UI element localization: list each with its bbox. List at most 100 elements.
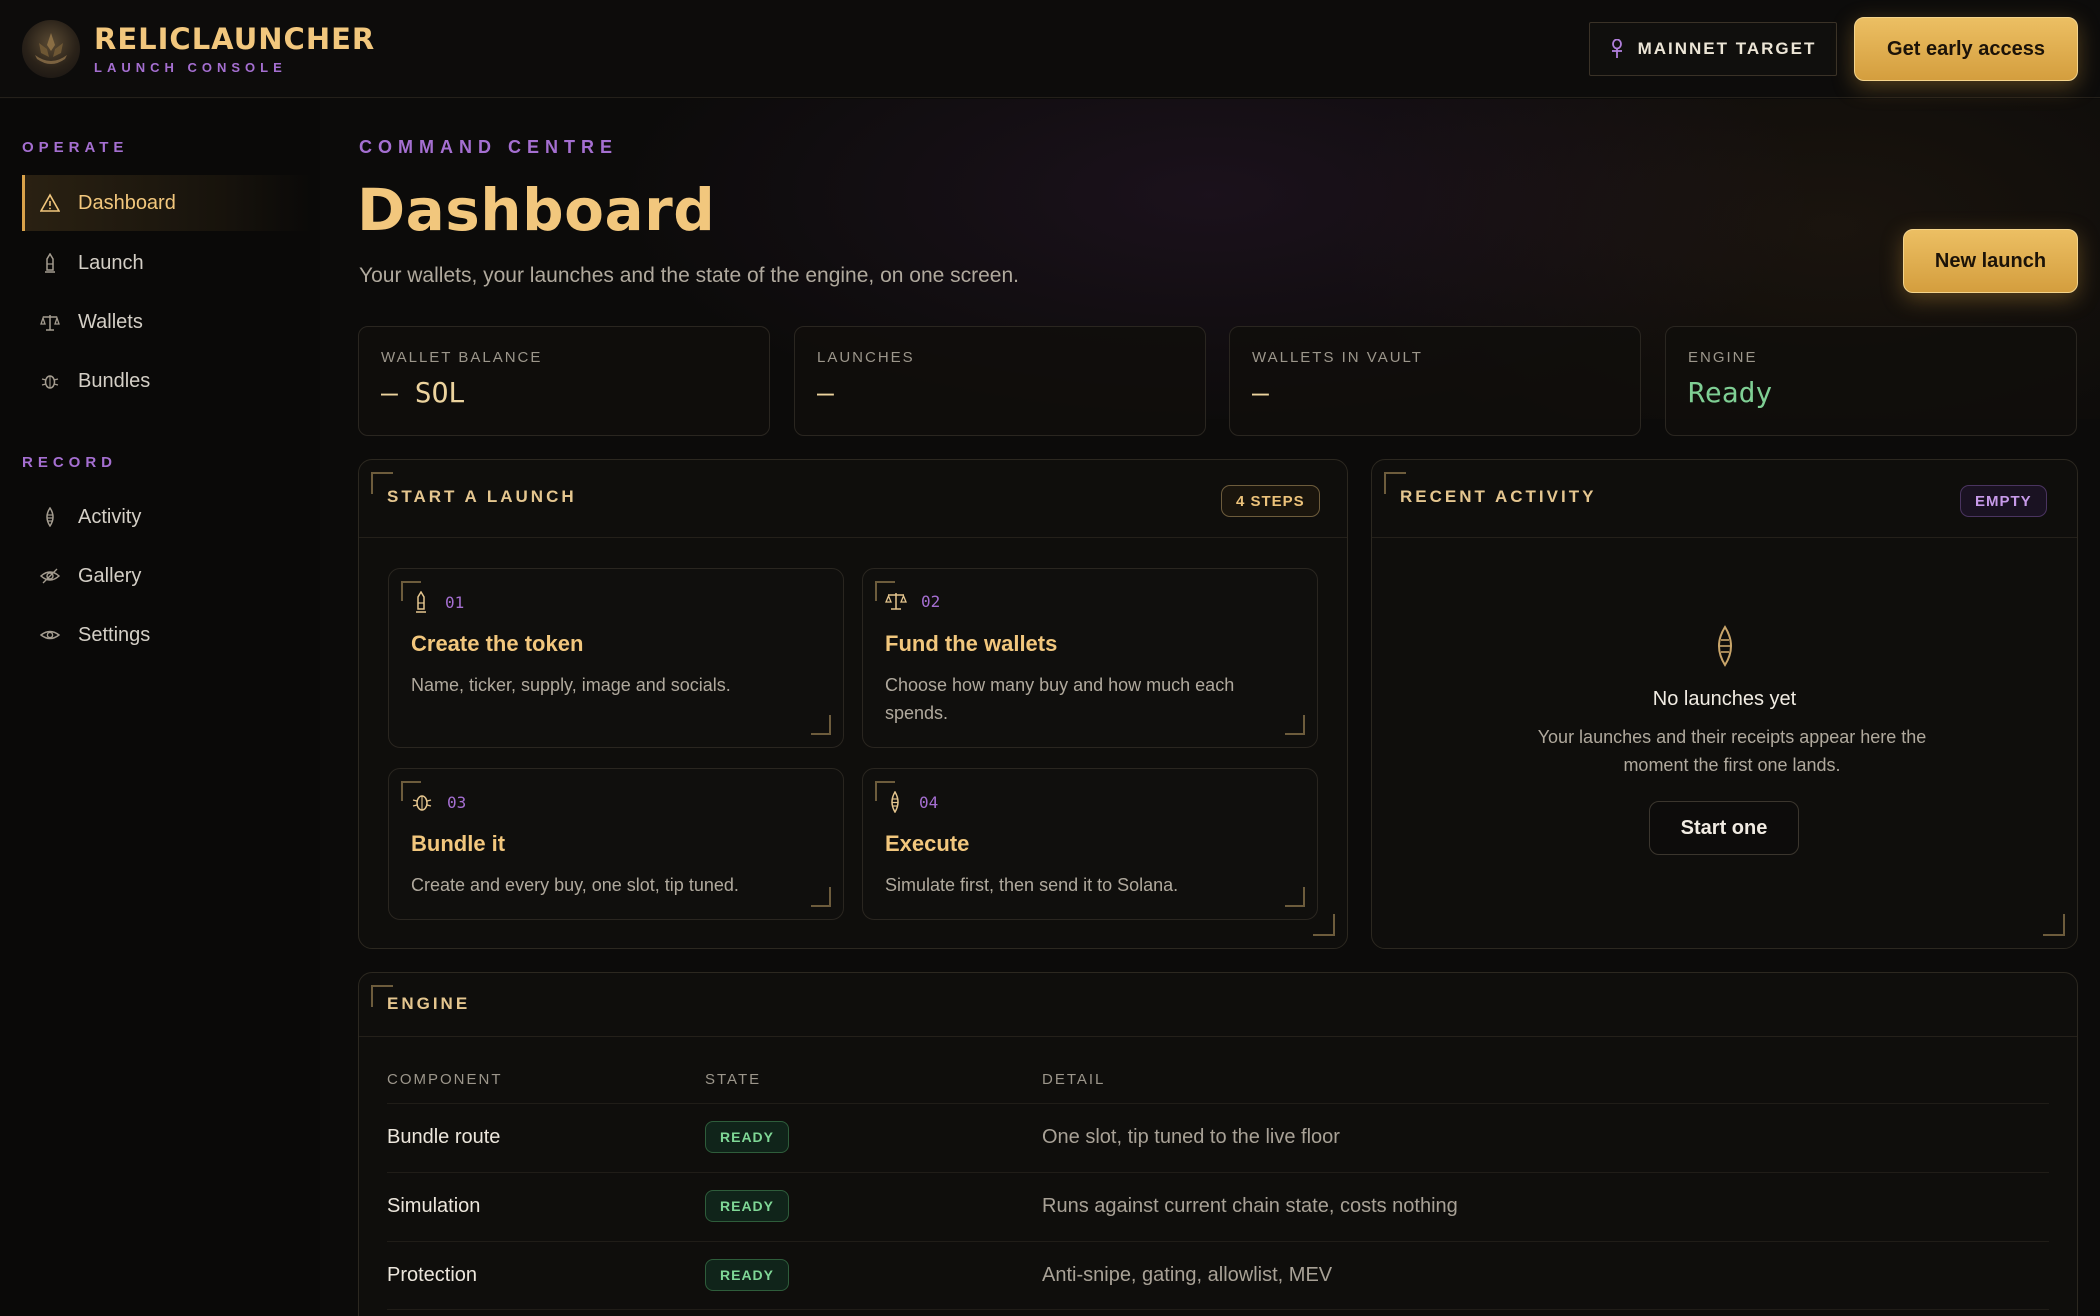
corner-ornament bbox=[811, 715, 831, 735]
step-title: Create the token bbox=[411, 631, 584, 656]
step-card-execute[interactable]: 04 Execute Simulate first, then send it … bbox=[862, 768, 1318, 920]
panel-title: RECENT ACTIVITY bbox=[1400, 487, 1597, 506]
column-header-detail: DETAIL bbox=[1042, 1071, 1106, 1088]
panel-header: START A LAUNCH 4 STEPS bbox=[359, 460, 1347, 538]
step-number: 02 bbox=[921, 591, 941, 611]
get-early-access-button[interactable]: Get early access bbox=[1854, 17, 2078, 81]
table-row: Bundle route READY One slot, tip tuned t… bbox=[387, 1103, 2049, 1172]
panel-header: ENGINE bbox=[359, 973, 2077, 1037]
app-root: RELICLAUNCHER LAUNCH CONSOLE MAINNET TAR… bbox=[0, 0, 2100, 1316]
page-title: Dashboard bbox=[357, 176, 716, 244]
network-badge[interactable]: MAINNET TARGET bbox=[1589, 22, 1837, 76]
status-badge: READY bbox=[705, 1121, 790, 1153]
step-header: 04 bbox=[885, 791, 938, 813]
stat-card-wallet-balance: WALLET BALANCE — SOL bbox=[358, 326, 770, 436]
detail-cell: Runs against current chain state, costs … bbox=[1042, 1195, 1458, 1217]
sidebar-item-label: Launch bbox=[78, 251, 144, 274]
lotus-logo-icon bbox=[35, 33, 67, 64]
step-description: Choose how many buy and how much each sp… bbox=[885, 675, 1235, 723]
rocket-tower-icon bbox=[40, 253, 60, 273]
stat-value: — bbox=[1252, 376, 1269, 409]
start-launch-panel: START A LAUNCH 4 STEPS 01 Create the tok… bbox=[358, 459, 1348, 949]
sidebar-item-gallery[interactable]: Gallery bbox=[22, 548, 312, 604]
stat-value: — bbox=[817, 376, 834, 409]
step-header: 03 bbox=[411, 791, 466, 813]
step-card-create-token[interactable]: 01 Create the token Name, ticker, supply… bbox=[388, 568, 844, 748]
corner-ornament bbox=[1313, 914, 1335, 936]
stat-label: ENGINE bbox=[1688, 349, 1758, 366]
sidebar-item-label: Wallets bbox=[78, 310, 143, 333]
brand-subtitle: LAUNCH CONSOLE bbox=[94, 60, 287, 75]
bug-icon bbox=[412, 795, 432, 811]
brand-logo bbox=[22, 20, 80, 78]
sidebar-item-label: Settings bbox=[78, 623, 151, 646]
panel-header: RECENT ACTIVITY EMPTY bbox=[1372, 460, 2077, 538]
sidebar: OPERATE Dashboard Launch Wallets Bundles bbox=[0, 99, 320, 1316]
step-number: 03 bbox=[447, 792, 467, 812]
seed-icon bbox=[40, 507, 60, 527]
rocket-tower-icon bbox=[416, 591, 426, 613]
empty-state-title: No launches yet bbox=[1652, 688, 1797, 710]
stat-card-engine: ENGINE Ready bbox=[1665, 326, 2077, 436]
sidebar-item-dashboard[interactable]: Dashboard bbox=[22, 175, 312, 231]
brand[interactable]: RELICLAUNCHER LAUNCH CONSOLE bbox=[22, 20, 375, 78]
scales-icon bbox=[40, 312, 60, 332]
top-bar: RELICLAUNCHER LAUNCH CONSOLE MAINNET TAR… bbox=[0, 0, 2100, 98]
corner-ornament bbox=[2043, 914, 2065, 936]
empty-state-description: Your launches and their receipts appear … bbox=[1537, 727, 1927, 775]
sidebar-section-operate: OPERATE bbox=[22, 139, 129, 156]
step-card-fund-wallets[interactable]: 02 Fund the wallets Choose how many buy … bbox=[862, 568, 1318, 748]
sidebar-item-launch[interactable]: Launch bbox=[22, 235, 312, 291]
new-launch-button[interactable]: New launch bbox=[1903, 229, 2078, 293]
page-subtitle: Your wallets, your launches and the stat… bbox=[359, 264, 1020, 287]
sidebar-item-wallets[interactable]: Wallets bbox=[22, 294, 312, 350]
table-row: Simulation READY Runs against current ch… bbox=[387, 1172, 2049, 1241]
stat-label: LAUNCHES bbox=[817, 349, 915, 366]
column-header-component: COMPONENT bbox=[387, 1071, 503, 1088]
component-cell: Protection bbox=[387, 1264, 478, 1286]
stat-value: — SOL bbox=[381, 376, 466, 409]
step-number: 01 bbox=[445, 592, 465, 612]
engine-status-value: Ready bbox=[1688, 376, 1773, 409]
component-cell: Bundle route bbox=[387, 1126, 501, 1148]
seed-icon bbox=[891, 791, 899, 813]
stat-card-wallets-in-vault: WALLETS IN VAULT — bbox=[1229, 326, 1641, 436]
step-card-bundle-it[interactable]: 03 Bundle it Create and every buy, one s… bbox=[388, 768, 844, 920]
recent-activity-panel: RECENT ACTIVITY EMPTY No launches yet Yo… bbox=[1371, 459, 2078, 949]
step-description: Create and every buy, one slot, tip tune… bbox=[411, 875, 739, 895]
engine-panel: ENGINE COMPONENT STATE DETAIL Bundle rou… bbox=[358, 972, 2078, 1316]
start-one-button[interactable]: Start one bbox=[1649, 801, 1799, 855]
steps-badge: 4 STEPS bbox=[1221, 485, 1320, 517]
step-number: 04 bbox=[919, 792, 939, 812]
step-title: Fund the wallets bbox=[885, 631, 1058, 656]
brand-title: RELICLAUNCHER bbox=[94, 22, 376, 56]
eye-slash-icon bbox=[40, 566, 60, 586]
seed-icon bbox=[1711, 625, 1739, 672]
sidebar-item-activity[interactable]: Activity bbox=[22, 489, 312, 545]
eye-icon bbox=[40, 625, 60, 645]
stat-label: WALLETS IN VAULT bbox=[1252, 349, 1423, 366]
empty-badge: EMPTY bbox=[1960, 485, 2047, 517]
brand-text: RELICLAUNCHER LAUNCH CONSOLE bbox=[94, 23, 375, 75]
step-title: Bundle it bbox=[411, 831, 506, 856]
step-header: 02 bbox=[885, 591, 940, 611]
step-description: Name, ticker, supply, image and socials. bbox=[411, 675, 731, 695]
bug-icon bbox=[40, 371, 60, 391]
step-description: Simulate first, then send it to Solana. bbox=[885, 875, 1179, 895]
stat-label: WALLET BALANCE bbox=[381, 349, 543, 366]
ankh-icon bbox=[1611, 39, 1622, 58]
table-row: Protection READY Anti-snipe, gating, all… bbox=[387, 1241, 2049, 1310]
panel-title: ENGINE bbox=[387, 994, 471, 1013]
detail-cell: One slot, tip tuned to the live floor bbox=[1042, 1126, 1340, 1148]
sidebar-item-bundles[interactable]: Bundles bbox=[22, 353, 312, 409]
sidebar-item-label: Gallery bbox=[78, 564, 142, 587]
sidebar-item-label: Bundles bbox=[78, 369, 151, 392]
warning-triangle-icon bbox=[40, 193, 60, 213]
sidebar-section-record: RECORD bbox=[22, 454, 118, 471]
scales-icon bbox=[885, 593, 907, 610]
detail-cell: Anti-snipe, gating, allowlist, MEV bbox=[1042, 1264, 1333, 1286]
sidebar-item-settings[interactable]: Settings bbox=[22, 607, 312, 663]
network-label: MAINNET TARGET bbox=[1637, 39, 1817, 58]
column-header-state: STATE bbox=[705, 1071, 762, 1088]
sidebar-item-label: Dashboard bbox=[78, 191, 176, 214]
